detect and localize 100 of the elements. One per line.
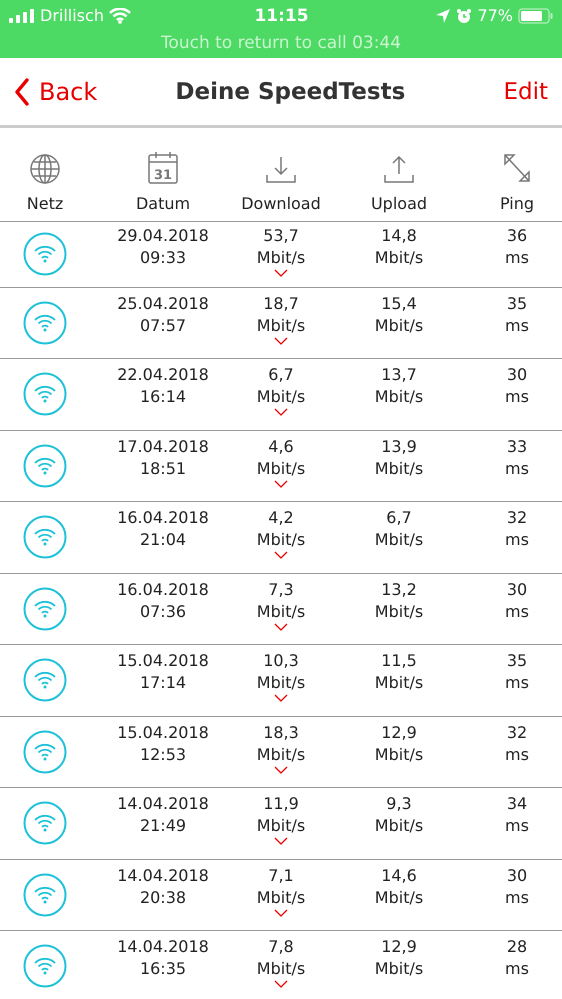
speed-unit: Mbit/s xyxy=(256,958,306,980)
caret-down-icon[interactable] xyxy=(274,980,288,988)
upload-speed: 15,4 xyxy=(381,292,417,314)
test-time: 07:57 xyxy=(140,314,186,336)
test-date: 14.04.2018 xyxy=(117,793,209,815)
ping-value: 34 xyxy=(506,793,528,815)
caret-down-icon[interactable] xyxy=(274,269,288,277)
upload-speed: 12,9 xyxy=(381,936,417,958)
caret-down-icon[interactable] xyxy=(274,622,288,630)
clock-time: 11:15 xyxy=(254,6,309,26)
signal-icon xyxy=(9,8,35,22)
ping-unit: ms xyxy=(505,458,529,480)
caret-down-icon[interactable] xyxy=(274,766,288,774)
ping-value: 32 xyxy=(506,722,528,744)
upload-speed: 13,2 xyxy=(381,578,417,600)
test-time: 21:49 xyxy=(140,815,186,837)
test-date: 29.04.2018 xyxy=(117,225,209,247)
ping-value: 28 xyxy=(506,936,528,958)
ping-value: 36 xyxy=(506,225,528,247)
caret-down-icon[interactable] xyxy=(274,551,288,559)
alarm-clock-icon xyxy=(456,8,472,24)
upload-speed: 13,9 xyxy=(381,436,417,458)
ping-value: 30 xyxy=(506,864,528,886)
ping-unit: ms xyxy=(505,386,529,408)
ping-unit: ms xyxy=(505,744,529,766)
download-speed: 7,8 xyxy=(268,936,294,958)
test-date: 15.04.2018 xyxy=(117,722,209,744)
test-date: 16.04.2018 xyxy=(117,578,209,600)
test-date: 16.04.2018 xyxy=(117,507,209,529)
upload-icon xyxy=(383,155,415,185)
download-speed: 18,7 xyxy=(263,292,299,314)
caret-down-icon[interactable] xyxy=(274,694,288,702)
download-speed: 10,3 xyxy=(263,650,299,672)
speed-unit: Mbit/s xyxy=(374,529,424,551)
speed-unit: Mbit/s xyxy=(256,744,306,766)
download-speed: 7,1 xyxy=(268,864,294,886)
ping-unit: ms xyxy=(505,600,529,622)
speed-unit: Mbit/s xyxy=(256,247,306,269)
download-speed: 4,6 xyxy=(268,436,294,458)
download-speed: 6,7 xyxy=(268,364,294,386)
test-time: 21:04 xyxy=(140,529,186,551)
speed-unit: Mbit/s xyxy=(374,672,424,694)
diagonal-arrows-icon xyxy=(503,153,531,185)
ping-unit: ms xyxy=(505,886,529,908)
speed-unit: Mbit/s xyxy=(374,247,424,269)
test-date: 22.04.2018 xyxy=(117,364,209,386)
speed-unit: Mbit/s xyxy=(256,529,306,551)
test-date: 17.04.2018 xyxy=(117,436,209,458)
caret-down-icon[interactable] xyxy=(274,408,288,416)
download-speed: 18,3 xyxy=(263,722,299,744)
speed-unit: Mbit/s xyxy=(374,744,424,766)
ping-unit: ms xyxy=(505,314,529,336)
caret-down-icon[interactable] xyxy=(274,908,288,916)
download-speed: 53,7 xyxy=(263,225,299,247)
test-time: 07:36 xyxy=(140,600,186,622)
edit-button[interactable]: Edit xyxy=(503,78,548,104)
ping-unit: ms xyxy=(505,529,529,551)
speed-unit: Mbit/s xyxy=(256,672,306,694)
test-time: 16:14 xyxy=(140,386,186,408)
download-icon xyxy=(265,155,297,185)
test-time: 18:51 xyxy=(140,458,186,480)
globe-icon xyxy=(29,153,61,185)
download-speed: 4,2 xyxy=(268,507,294,529)
test-time: 17:14 xyxy=(140,672,186,694)
upload-speed: 14,6 xyxy=(381,864,417,886)
caret-down-icon[interactable] xyxy=(274,480,288,488)
back-button[interactable]: Back xyxy=(14,78,98,106)
speed-unit: Mbit/s xyxy=(374,314,424,336)
download-speed: 11,9 xyxy=(263,793,299,815)
speed-unit: Mbit/s xyxy=(374,886,424,908)
battery-percent: 77% xyxy=(477,6,513,25)
caret-down-icon[interactable] xyxy=(274,837,288,845)
test-time: 12:53 xyxy=(140,744,186,766)
test-time: 16:35 xyxy=(140,958,186,980)
ping-unit: ms xyxy=(505,672,529,694)
test-date: 14.04.2018 xyxy=(117,864,209,886)
speed-unit: Mbit/s xyxy=(256,458,306,480)
speed-unit: Mbit/s xyxy=(374,386,424,408)
column-header: Ping xyxy=(500,194,534,213)
upload-speed: 9,3 xyxy=(386,793,412,815)
calendar-icon: 31 xyxy=(147,151,179,185)
test-date: 15.04.2018 xyxy=(117,650,209,672)
ping-value: 30 xyxy=(506,578,528,600)
ping-unit: ms xyxy=(505,815,529,837)
upload-speed: 12,9 xyxy=(381,722,417,744)
upload-speed: 6,7 xyxy=(386,507,412,529)
test-date: 25.04.2018 xyxy=(117,292,209,314)
upload-speed: 13,7 xyxy=(381,364,417,386)
test-date: 14.04.2018 xyxy=(117,936,209,958)
speed-unit: Mbit/s xyxy=(256,815,306,837)
chevron-left-icon xyxy=(14,78,30,106)
speed-unit: Mbit/s xyxy=(374,815,424,837)
test-time: 09:33 xyxy=(140,247,186,269)
column-header: Download xyxy=(241,194,321,213)
wifi-icon xyxy=(108,8,131,24)
ping-value: 33 xyxy=(506,436,528,458)
caret-down-icon[interactable] xyxy=(274,336,288,344)
ping-unit: ms xyxy=(505,247,529,269)
column-header: Datum xyxy=(136,194,190,213)
ping-value: 35 xyxy=(506,650,528,672)
